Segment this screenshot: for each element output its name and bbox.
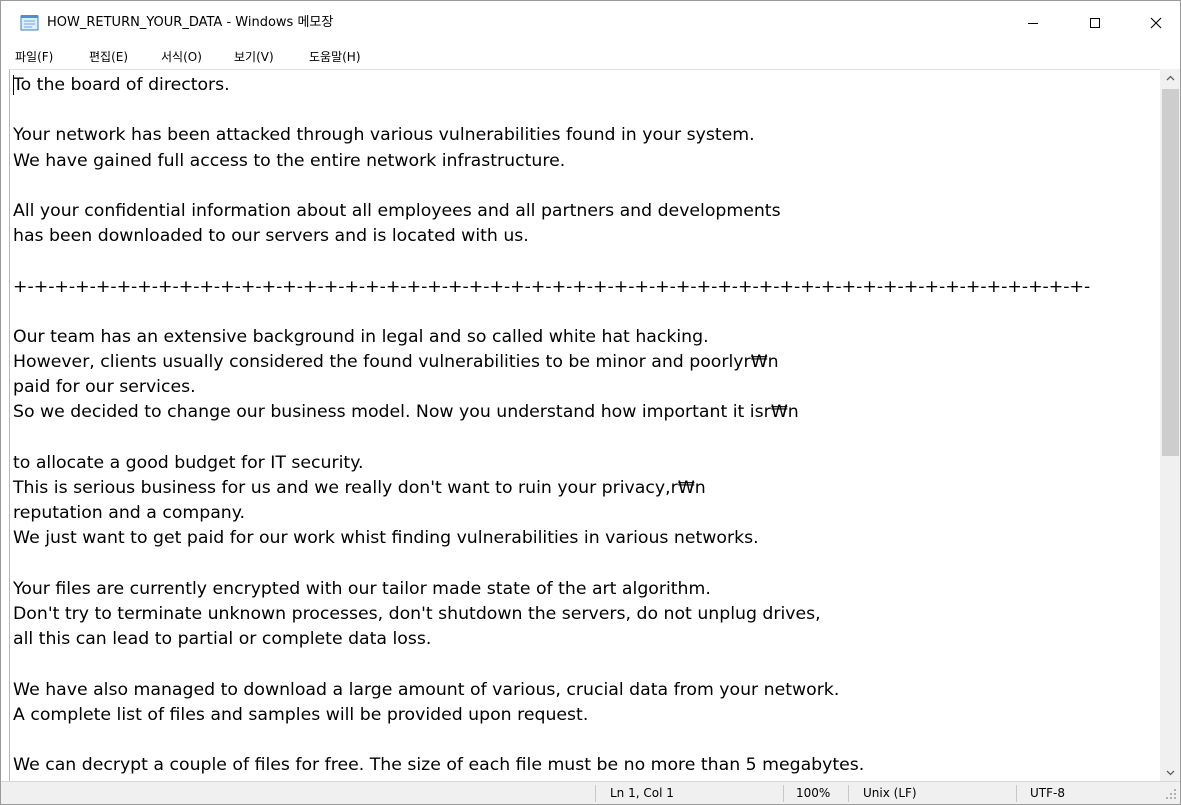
text-line: to allocate a good budget for IT securit… — [13, 452, 364, 473]
text-line: So we decided to change our business mod… — [13, 402, 799, 423]
text-line — [13, 300, 1090, 325]
maximize-icon — [1090, 18, 1100, 28]
status-bar: Ln 1, Col 1 100% Unix (LF) UTF-8 — [1, 781, 1180, 804]
text-line: +-+-+-+-+-+-+-+-+-+-+-+-+-+-+-+-+-+-+-+-… — [13, 276, 1091, 297]
status-divider — [848, 785, 849, 802]
menu-help[interactable]: 도움말(H) — [309, 49, 361, 65]
scroll-thumb[interactable] — [1162, 89, 1179, 456]
window-title: HOW_RETURN_YOUR_DATA - Windows 메모장 — [47, 15, 334, 30]
text-line — [13, 249, 1090, 274]
text-line: Your files are currently encrypted with … — [13, 578, 711, 599]
text-editor[interactable]: To the board of directors. Your network … — [9, 69, 1160, 781]
scroll-up-arrow-icon — [1166, 75, 1175, 80]
text-line: reputation and a company. — [13, 503, 246, 524]
resize-grip-icon[interactable] — [1165, 788, 1177, 800]
status-divider — [783, 785, 784, 802]
text-line: Your network has been attacked through v… — [13, 125, 755, 146]
menu-format[interactable]: 서식(O) — [161, 49, 202, 65]
editor-lines: To the board of directors. Your network … — [13, 73, 1090, 778]
notepad-window: HOW_RETURN_YOUR_DATA - Windows 메모장 파일(F)… — [0, 0, 1181, 805]
text-line — [13, 174, 1090, 199]
scroll-down-arrow-icon — [1166, 770, 1175, 775]
notepad-icon — [20, 15, 39, 31]
zoom-level: 100% — [796, 786, 831, 800]
maximize-button[interactable] — [1072, 1, 1118, 45]
menu-edit[interactable]: 편집(E) — [89, 49, 128, 65]
text-line: We can decrypt a couple of files for fre… — [13, 755, 865, 776]
text-line: We have also managed to download a large… — [13, 679, 840, 700]
text-line: Our team has an extensive background in … — [13, 326, 709, 347]
text-line: paid for our services. — [13, 377, 196, 398]
status-divider — [1016, 785, 1017, 802]
scroll-down-button[interactable] — [1160, 764, 1180, 781]
line-ending: Unix (LF) — [863, 786, 917, 800]
text-line: We have gained full access to the entire… — [13, 150, 566, 171]
text-line: All your confidential information about … — [13, 200, 781, 221]
minimize-button[interactable] — [1010, 1, 1056, 45]
scroll-up-button[interactable] — [1160, 69, 1180, 86]
text-line — [13, 552, 1090, 577]
status-divider — [595, 785, 596, 802]
text-line: We just want to get paid for our work wh… — [13, 528, 759, 549]
close-icon — [1150, 17, 1162, 29]
text-line — [13, 652, 1090, 677]
text-line: A complete list of files and samples wil… — [13, 704, 589, 725]
close-button[interactable] — [1133, 1, 1179, 45]
minimize-icon — [1028, 23, 1038, 24]
menu-bar: 파일(F) 편집(E) 서식(O) 보기(V) 도움말(H) — [1, 45, 1180, 69]
text-line: all this can lead to partial or complete… — [13, 629, 432, 650]
title-bar[interactable]: HOW_RETURN_YOUR_DATA - Windows 메모장 — [1, 1, 1180, 45]
text-line — [13, 98, 1090, 123]
text-line: However, clients usually considered the … — [13, 352, 779, 373]
text-line: To the board of directors. — [13, 75, 230, 95]
cursor-position: Ln 1, Col 1 — [610, 786, 674, 800]
menu-view[interactable]: 보기(V) — [234, 49, 274, 65]
menu-file[interactable]: 파일(F) — [15, 49, 53, 65]
text-encoding: UTF-8 — [1030, 786, 1065, 800]
text-line: Don't try to terminate unknown processes… — [13, 603, 821, 624]
text-line: has been downloaded to our servers and i… — [13, 226, 529, 247]
text-line — [13, 426, 1090, 451]
text-line: This is serious business for us and we r… — [13, 478, 706, 498]
vertical-scrollbar[interactable] — [1160, 69, 1180, 781]
text-line — [13, 728, 1090, 753]
